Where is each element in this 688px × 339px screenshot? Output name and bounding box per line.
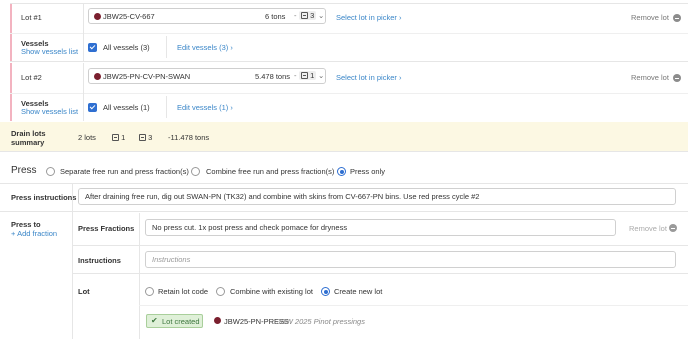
chevron-down-icon[interactable]: ⌄ [318,11,324,20]
press-option-combine[interactable]: Combine free run and press fraction(s) [206,167,334,176]
combine-existing-lot-label[interactable]: Combine with existing lot [230,287,313,296]
instructions-input[interactable]: Instructions [145,251,676,268]
lot1-all-vessels-checkbox[interactable] [88,43,97,52]
press-option-combine-radio[interactable] [191,167,200,176]
lot2-label: Lot #2 [21,73,42,82]
press-instructions-label: Press instructions [11,193,77,202]
lot1-label: Lot #1 [21,13,42,22]
lot1-stripe [10,3,12,61]
lot1-color-dot [94,13,101,20]
press-option-separate[interactable]: Separate free run and press fraction(s) [60,167,189,176]
new-lot-color-dot [214,317,221,324]
lot2-edit-vessels[interactable]: Edit vessels (1) › [177,103,233,112]
chevron-right-icon: › [230,43,233,52]
fraction-remove-icon[interactable] [669,224,677,232]
lot1-remove-icon[interactable] [673,14,681,22]
checkmark-icon: ✔ [151,316,158,325]
lot2-bins: 1 [299,71,317,80]
chevron-right-icon: › [230,103,233,112]
combine-existing-lot-radio[interactable] [216,287,225,296]
lot2-select-in-picker[interactable]: Select lot in picker › [336,73,401,82]
lot2-remove-label[interactable]: Remove lot [631,73,669,82]
drain-lots-summary [0,122,688,151]
lot2-code: JBW25-PN-CV-PN-SWAN [103,72,191,81]
lot2-all-vessels-label: All vessels (1) [103,103,150,112]
bin-icon [139,134,146,141]
lot1-tons: 6 tons [265,12,286,21]
lot-created-badge: ✔ Lot created [146,314,203,328]
add-fraction-link[interactable]: + Add fraction [11,229,57,238]
plus-icon: + [11,229,16,238]
press-option-press-only-radio[interactable] [337,167,346,176]
summary-label: Drain lots summary [11,129,46,147]
press-option-press-only[interactable]: Press only [350,167,385,176]
bin-icon [301,72,308,79]
lot1-code: JBW25-CV-667 [103,12,155,21]
lot1-select-in-picker[interactable]: Select lot in picker › [336,13,401,22]
lot1-edit-vessels[interactable]: Edit vessels (3) › [177,43,233,52]
lot2-tons: 5.478 tons [255,72,291,81]
retain-lot-code-radio[interactable] [145,287,154,296]
summary-bins-b: 3 [139,133,152,142]
press-option-separate-radio[interactable] [46,167,55,176]
create-new-lot-radio[interactable] [321,287,330,296]
retain-lot-code-label[interactable]: Retain lot code [158,287,208,296]
summary-tons: -11.478 tons [168,133,210,142]
chevron-right-icon: › [398,73,402,82]
lot1-all-vessels-label: All vessels (3) [103,43,150,52]
fraction-remove-label[interactable]: Remove lot [629,224,667,233]
bin-icon [112,134,119,141]
lot2-remove-icon[interactable] [673,74,681,82]
lot2-color-dot [94,73,101,80]
lot1-show-vessels-link[interactable]: Show vessels list [21,47,78,56]
instructions-label: Instructions [78,256,121,265]
lot2-select[interactable]: JBW25-PN-CV-PN-SWAN 5.478 tons - 1 ⌄ [88,68,326,84]
create-new-lot-label[interactable]: Create new lot [334,287,382,296]
press-instructions-input[interactable]: After draining free run, dig out SWAN-PN… [78,188,676,205]
lot1-bins: 3 [299,11,317,20]
chevron-down-icon[interactable]: ⌄ [318,71,324,80]
lot2-all-vessels-checkbox[interactable] [88,103,97,112]
lot2-show-vessels-link[interactable]: Show vessels list [21,107,78,116]
chevron-right-icon: › [398,13,402,22]
lot1-select[interactable]: JBW25-CV-667 6 tons - 3 ⌄ [88,8,326,24]
lot1-remove-label[interactable]: Remove lot [631,13,669,22]
press-to-label: Press to [11,220,41,229]
press-title: Press [11,165,37,176]
lot-label: Lot [78,287,90,296]
lot2-stripe [10,63,12,121]
summary-bins-a: 1 [112,133,125,142]
new-lot-desc: JBW 2025 Pinot pressings [277,317,365,326]
press-fractions-input[interactable]: No press cut. 1x post press and check po… [145,219,616,236]
bin-icon [301,12,308,19]
press-fractions-label: Press Fractions [78,224,135,233]
summary-lots-count: 2 lots [78,133,96,142]
